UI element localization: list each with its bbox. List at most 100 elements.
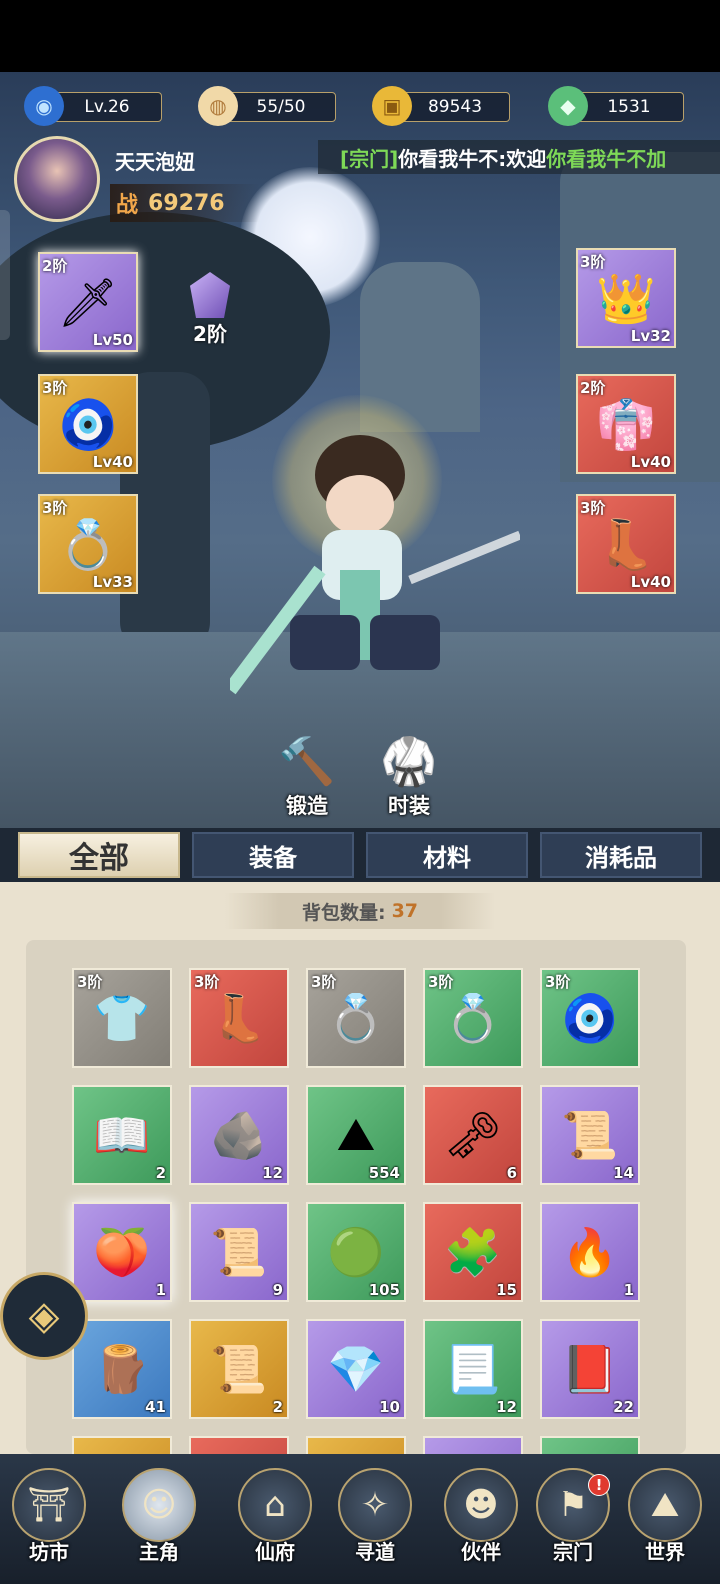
item-count: 41 xyxy=(145,1398,166,1416)
coins-value: 89543 xyxy=(427,97,483,117)
chat-ticker[interactable]: [宗门] 你看我牛不: 欢迎 你看我牛不加 xyxy=(318,140,720,174)
nav-label: 主角 xyxy=(139,1540,179,1564)
item-count: 6 xyxy=(506,1164,517,1182)
bag-item[interactable]: 📜 9 xyxy=(189,1202,289,1302)
bag-item[interactable]: 🧩 15 xyxy=(423,1202,523,1302)
power-value: 69276 xyxy=(148,190,225,216)
stamina-value: 55/50 xyxy=(256,97,306,117)
bag-item[interactable] xyxy=(540,1436,640,1454)
coins-bar[interactable]: 89543 xyxy=(400,92,510,122)
tab-all[interactable]: 全部 xyxy=(18,832,180,878)
bag-item[interactable] xyxy=(306,1436,406,1454)
equip-slot-gem[interactable]: 2阶 xyxy=(182,272,238,352)
level-bar: Lv.26 xyxy=(52,92,162,122)
notification-badge: ! xyxy=(588,1474,610,1496)
bag-item[interactable]: 🟢 105 xyxy=(306,1202,406,1302)
tab-consumables[interactable]: 消耗品 xyxy=(540,832,702,878)
equip-slot-amulet[interactable]: 🧿 3阶 Lv40 xyxy=(38,374,138,474)
robe-icon: 👘 xyxy=(596,396,656,453)
player-name: 天天泡妞 xyxy=(115,150,195,174)
hero-character[interactable] xyxy=(224,420,522,720)
tab-equipment[interactable]: 装备 xyxy=(192,832,354,878)
scroll-icon: 📜 xyxy=(561,1107,619,1162)
shard-icon: 🧩 xyxy=(444,1224,502,1279)
equip-slot-armor[interactable]: 👘 2阶 Lv40 xyxy=(576,374,676,474)
bag-item[interactable]: 💍 3阶 xyxy=(306,968,406,1068)
scroll-icon: 📜 xyxy=(210,1341,268,1396)
helmet-icon: 👑 xyxy=(596,270,656,327)
ring-icon: 💍 xyxy=(327,990,385,1045)
diamond-icon: ◈ xyxy=(28,1293,60,1339)
level-label: Lv40 xyxy=(630,453,671,471)
item-count: 554 xyxy=(368,1164,400,1182)
jade-bar[interactable]: 1531 xyxy=(574,92,684,122)
equip-slot-boots[interactable]: 👢 3阶 Lv40 xyxy=(576,494,676,594)
costume-button[interactable]: 🥋 时装 xyxy=(364,732,454,828)
nav-world[interactable]: ⛰ 世界 xyxy=(622,1468,708,1578)
level-label: Lv40 xyxy=(630,573,671,591)
nav-explore[interactable]: ✧ 寻道 xyxy=(332,1468,418,1578)
bag-item[interactable]: ⛰ 554 xyxy=(306,1085,406,1185)
nav-label: 伙伴 xyxy=(461,1540,501,1564)
bag-item[interactable]: 💍 3阶 xyxy=(423,968,523,1068)
ticker-text3: 你看我牛不加 xyxy=(546,146,667,171)
bag-item[interactable]: 🔥 1 xyxy=(540,1202,640,1302)
bag-item[interactable] xyxy=(72,1436,172,1454)
nav-market[interactable]: ⛩ 坊市 xyxy=(6,1468,92,1578)
bag-item[interactable]: 🧿 3阶 xyxy=(540,968,640,1068)
bag-item[interactable]: 📜 14 xyxy=(540,1085,640,1185)
costume-label: 时装 xyxy=(388,794,430,818)
coin-icon: ▣ xyxy=(372,86,412,126)
tier-label: 2阶 xyxy=(193,322,227,346)
item-count: 12 xyxy=(262,1164,283,1182)
player-avatar[interactable] xyxy=(14,136,100,222)
equip-slot-helmet[interactable]: 👑 3阶 Lv32 xyxy=(576,248,676,348)
tier-label: 2阶 xyxy=(580,379,606,397)
key-icon: 🗝 xyxy=(443,1107,503,1162)
log-icon: 🪵 xyxy=(93,1341,151,1396)
boots-icon: 👢 xyxy=(596,516,656,573)
quick-menu-button[interactable]: ◈ xyxy=(0,1272,88,1360)
market-icon: ⛩ xyxy=(12,1468,86,1542)
tome-icon: 📕 xyxy=(561,1341,619,1396)
level-label: Lv40 xyxy=(92,453,133,471)
bag-item[interactable]: 👕 3阶 xyxy=(72,968,172,1068)
bag-item[interactable]: 🍑 1 xyxy=(72,1202,172,1302)
bag-item[interactable]: 📃 12 xyxy=(423,1319,523,1419)
hero-portrait-icon: ☺ xyxy=(122,1468,196,1542)
bag-item[interactable]: 💎 10 xyxy=(306,1319,406,1419)
bag-item[interactable]: 👢 3阶 xyxy=(189,968,289,1068)
item-count: 22 xyxy=(613,1398,634,1416)
nav-mansion[interactable]: ⌂ 仙府 xyxy=(232,1468,318,1578)
bag-item[interactable]: 🪵 41 xyxy=(72,1319,172,1419)
nav-partner[interactable]: ☻ 伙伴 xyxy=(438,1468,524,1578)
bag-item[interactable]: 📕 22 xyxy=(540,1319,640,1419)
ticker-text2: 欢迎 xyxy=(506,146,547,171)
nav-label: 寻道 xyxy=(355,1540,395,1564)
equip-slot-ring[interactable]: 💍 3阶 Lv33 xyxy=(38,494,138,594)
tab-materials[interactable]: 材料 xyxy=(366,832,528,878)
tier-label: 3阶 xyxy=(545,973,571,991)
bag-item[interactable] xyxy=(189,1436,289,1454)
tier-label: 3阶 xyxy=(42,379,68,397)
status-bar xyxy=(0,0,720,72)
nav-hero[interactable]: ☺ 主角 xyxy=(116,1468,202,1578)
costume-icon: 🥋 xyxy=(380,734,438,788)
bag-item[interactable]: 📖 2 xyxy=(72,1085,172,1185)
bag-item[interactable]: 🗝 6 xyxy=(423,1085,523,1185)
mansion-icon: ⌂ xyxy=(238,1468,312,1542)
item-count: 1 xyxy=(155,1281,166,1299)
equip-slot-weapon[interactable]: 🗡 2阶 Lv50 xyxy=(38,252,138,352)
bag-item[interactable]: 📜 2 xyxy=(189,1319,289,1419)
tier-label: 3阶 xyxy=(580,253,606,271)
item-count: 105 xyxy=(368,1281,400,1299)
bag-item[interactable]: 🪨 12 xyxy=(189,1085,289,1185)
forge-button[interactable]: 🔨 锻造 xyxy=(262,732,352,828)
hero-figure-icon xyxy=(224,435,522,695)
stamina-bar[interactable]: 55/50 xyxy=(226,92,336,122)
book-icon: 📖 xyxy=(93,1107,151,1162)
bag-count-label: 背包数量: xyxy=(301,901,386,924)
side-handle[interactable] xyxy=(0,210,10,340)
bag-item[interactable] xyxy=(423,1436,523,1454)
item-count: 10 xyxy=(379,1398,400,1416)
